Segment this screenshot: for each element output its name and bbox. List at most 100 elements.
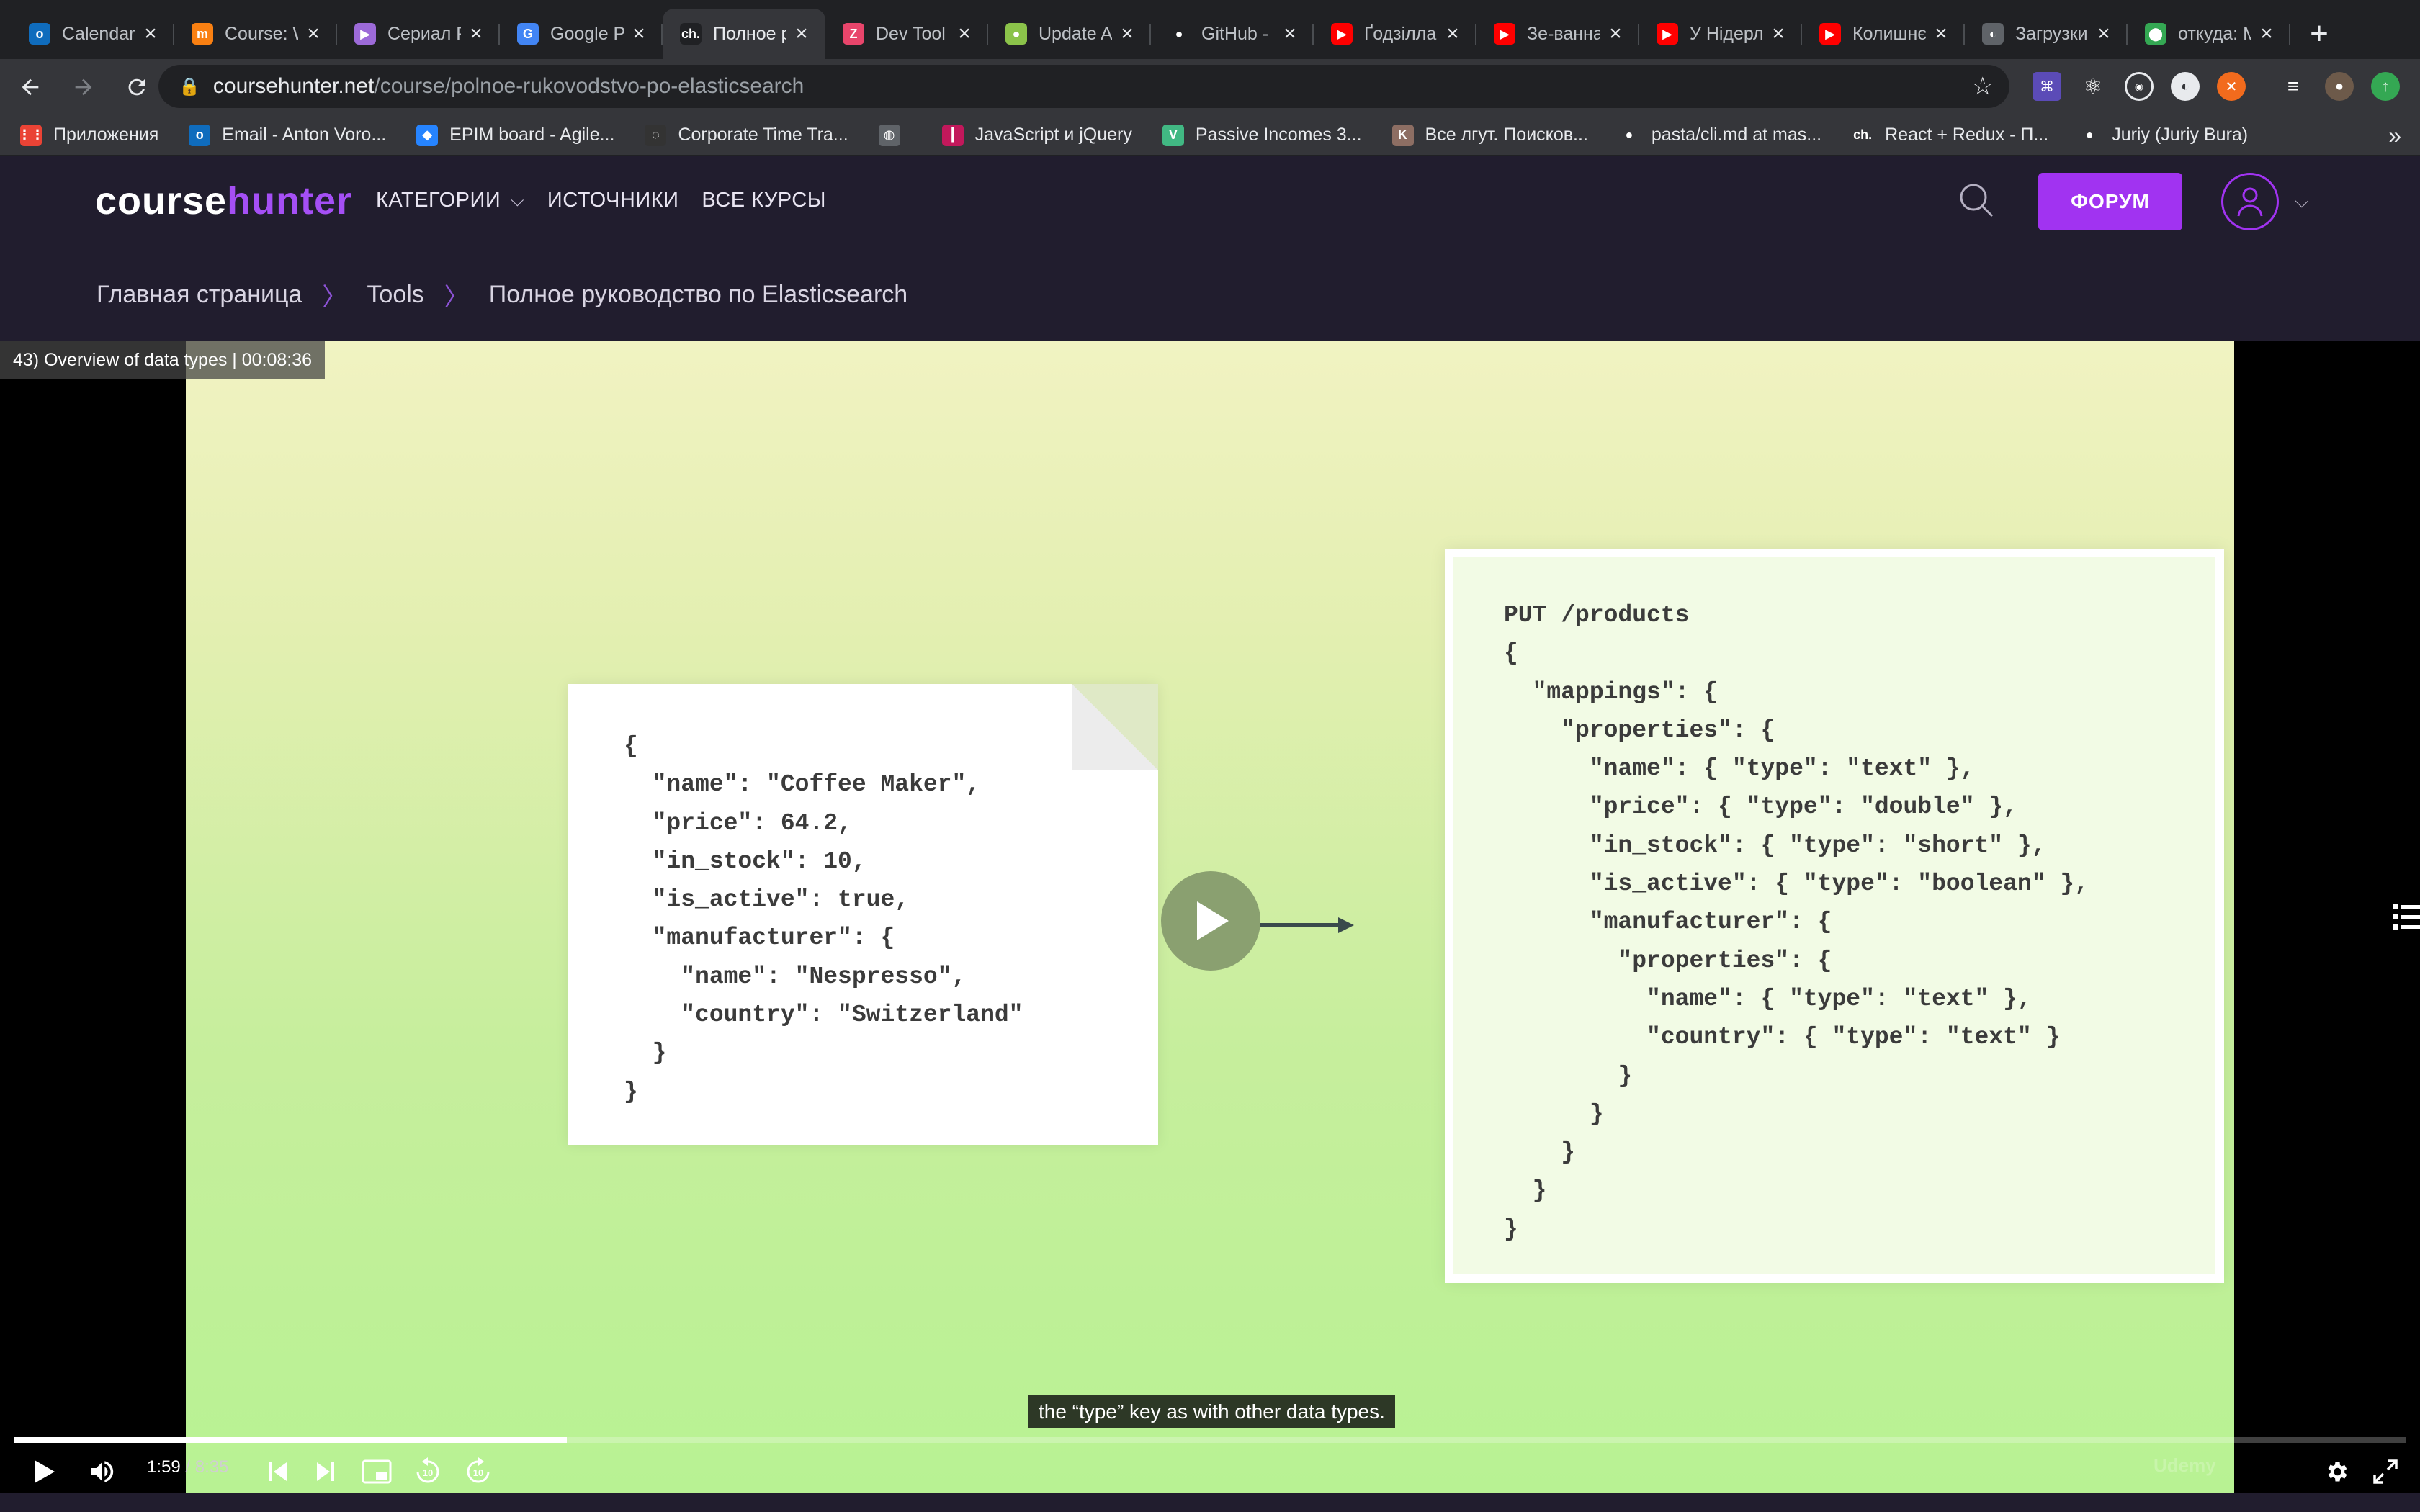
tab-title: Update A — [1039, 23, 1112, 44]
jira-icon: ◆ — [416, 124, 439, 146]
menu-item-categories[interactable]: КАТЕГОРИИ ⌵ — [376, 189, 524, 212]
browser-tab[interactable]: ▶ Колишнє × — [1802, 9, 1965, 59]
progress-bar[interactable] — [14, 1437, 2406, 1443]
new-tab-plus-icon[interactable]: + — [2298, 9, 2341, 59]
breadcrumb-home[interactable]: Главная страница — [97, 281, 302, 309]
extension-circle-icon[interactable]: ◐ — [2171, 72, 2200, 101]
picture-in-picture-button[interactable] — [362, 1459, 392, 1485]
bookmark-item[interactable]: K Все лгут. Поисков... — [1392, 124, 1588, 146]
bookmark-item[interactable]: ◍ — [878, 124, 912, 146]
close-icon[interactable]: × — [2094, 22, 2113, 46]
bookmark-item[interactable]: ch. React + Redux - П... — [1852, 124, 2048, 146]
next-button[interactable] — [315, 1460, 336, 1483]
breadcrumb-tools[interactable]: Tools — [367, 281, 424, 309]
close-icon[interactable]: × — [2257, 22, 2276, 46]
browser-tab[interactable]: o Calendar × — [12, 9, 174, 59]
fullscreen-icon — [2373, 1459, 2398, 1484]
back-arrow-icon[interactable] — [7, 64, 53, 110]
tab-title: Ґодзілла — [1364, 23, 1437, 44]
bookmark-item[interactable]: ● Juriy (Juriy Bura) — [2079, 125, 2248, 146]
bookmark-item[interactable]: ◌ Corporate Time Tra... — [645, 124, 848, 146]
volume-icon — [91, 1461, 114, 1482]
browser-tab[interactable]: m Course: W × — [174, 9, 337, 59]
globe-icon: ◍ — [878, 124, 900, 146]
bookmark-star-icon[interactable]: ☆ — [1972, 72, 1994, 101]
bookmark-item[interactable]: V Passive Incomes 3... — [1162, 124, 1362, 146]
close-icon[interactable]: × — [1118, 22, 1137, 46]
tab-title: Google Р — [550, 23, 624, 44]
browser-tab[interactable]: Z Dev Tool × — [825, 9, 988, 59]
coursehunter-logo[interactable]: coursehunter — [95, 179, 352, 223]
browser-tab[interactable]: G Google Р × — [500, 9, 663, 59]
browser-tab-strip: o Calendar × m Course: W × ▶ Сериал Р × G Google Р… — [0, 0, 2420, 59]
bookmark-item[interactable]: o Email - Anton Voro... — [189, 124, 386, 146]
youtube-icon: ▶ — [1331, 23, 1353, 45]
playlist-icon[interactable] — [2393, 900, 2420, 937]
rewind-10-button[interactable]: 10 — [413, 1457, 442, 1486]
bookmark-item[interactable]: ● pasta/cli.md at mas... — [1618, 125, 1821, 146]
media-queue-icon[interactable]: ≡ — [2279, 72, 2308, 101]
close-icon[interactable]: × — [1932, 22, 1950, 46]
subtitle-caption: the “type” key as with other data types. — [1028, 1395, 1395, 1428]
chevron-down-icon[interactable]: ⌵ — [2295, 190, 2309, 213]
browser-tab[interactable]: ● Update A × — [988, 9, 1151, 59]
profile-avatar-icon[interactable]: ● — [2325, 72, 2354, 101]
blocker-icon[interactable]: ✕ — [2217, 72, 2246, 101]
forward-arrow-icon[interactable] — [60, 64, 107, 110]
tab-title: GitHub - — [1201, 23, 1269, 44]
extension-icon[interactable]: ⌘ — [2033, 72, 2061, 101]
browser-tab[interactable]: ▶ Ґодзілла × — [1314, 9, 1476, 59]
previous-button[interactable] — [268, 1460, 288, 1483]
close-icon[interactable]: × — [955, 22, 974, 46]
menu-item-all-courses[interactable]: ВСЕ КУРСЫ — [702, 189, 826, 212]
video-player[interactable]: { "name": "Coffee Maker", "price": 64.2,… — [0, 341, 2420, 1493]
play-button[interactable] — [32, 1459, 56, 1485]
browser-tab[interactable]: ⬤ откуда: М × — [2128, 9, 2290, 59]
settings-button[interactable] — [2323, 1459, 2349, 1485]
github-icon: ● — [2085, 127, 2094, 142]
react-devtools-icon[interactable]: ⚛ — [2079, 72, 2107, 101]
reload-icon[interactable] — [114, 64, 160, 110]
browser-tab[interactable]: ◐ Загрузки × — [1965, 9, 2128, 59]
menu-item-sources[interactable]: ИСТОЧНИКИ — [547, 189, 679, 212]
forward-10-button[interactable]: 10 — [464, 1457, 493, 1486]
svg-text:10: 10 — [423, 1467, 433, 1478]
tab-title: Полное р — [713, 23, 786, 44]
browser-tab[interactable]: ch. Полное р × — [663, 9, 825, 59]
browser-tab[interactable]: ▶ Зе-ванна × — [1476, 9, 1639, 59]
close-icon[interactable]: × — [467, 22, 485, 46]
address-bar[interactable]: 🔒 coursehunter.net/course/polnoe-rukovod… — [158, 65, 2009, 108]
close-icon[interactable]: × — [1606, 22, 1625, 46]
close-icon[interactable]: × — [792, 22, 811, 46]
chevron-more-icon[interactable]: » — [2388, 122, 2401, 149]
bookmark-item[interactable]: ◆ EPIM board - Agile... — [416, 124, 614, 146]
fullscreen-button[interactable] — [2372, 1459, 2398, 1485]
big-play-button[interactable] — [1161, 871, 1260, 971]
close-icon[interactable]: × — [1281, 22, 1299, 46]
bookmark-item[interactable]: ┃ JavaScript и jQuery — [941, 124, 1132, 146]
bookmark-item[interactable]: ⋮⋮ Приложения — [18, 124, 158, 146]
close-icon[interactable]: × — [304, 22, 323, 46]
update-icon[interactable]: ↑ — [2371, 72, 2400, 101]
search-icon[interactable] — [1958, 181, 1995, 219]
browser-tab[interactable]: ▶ Сериал Р × — [337, 9, 500, 59]
browser-tab[interactable]: ▶ У Нідерл × — [1639, 9, 1802, 59]
rewind-10-icon: 10 — [416, 1457, 439, 1483]
browser-tab[interactable]: ● GitHub - × — [1151, 9, 1314, 59]
user-avatar[interactable] — [2221, 173, 2279, 230]
chevron-right-icon: 〉 — [322, 283, 347, 311]
bookmark-label: Corporate Time Tra... — [678, 125, 848, 145]
duration: 8:35 — [194, 1457, 229, 1477]
close-icon[interactable]: × — [629, 22, 648, 46]
tab-title: Загрузки — [2015, 23, 2088, 44]
forum-button[interactable]: ФОРУМ — [2038, 173, 2182, 230]
volume-button[interactable] — [88, 1457, 117, 1486]
udemy-watermark: Udemy — [2154, 1454, 2216, 1476]
close-icon[interactable]: × — [141, 22, 160, 46]
close-icon[interactable]: × — [1769, 22, 1788, 46]
lock-icon: 🔒 — [179, 76, 200, 96]
mapping-request-card: PUT /products { "mappings": { "propertie… — [1445, 549, 2224, 1283]
close-icon[interactable]: × — [1443, 22, 1462, 46]
tab-title: откуда: М — [2178, 23, 2251, 44]
record-icon[interactable]: ◉ — [2125, 72, 2154, 101]
